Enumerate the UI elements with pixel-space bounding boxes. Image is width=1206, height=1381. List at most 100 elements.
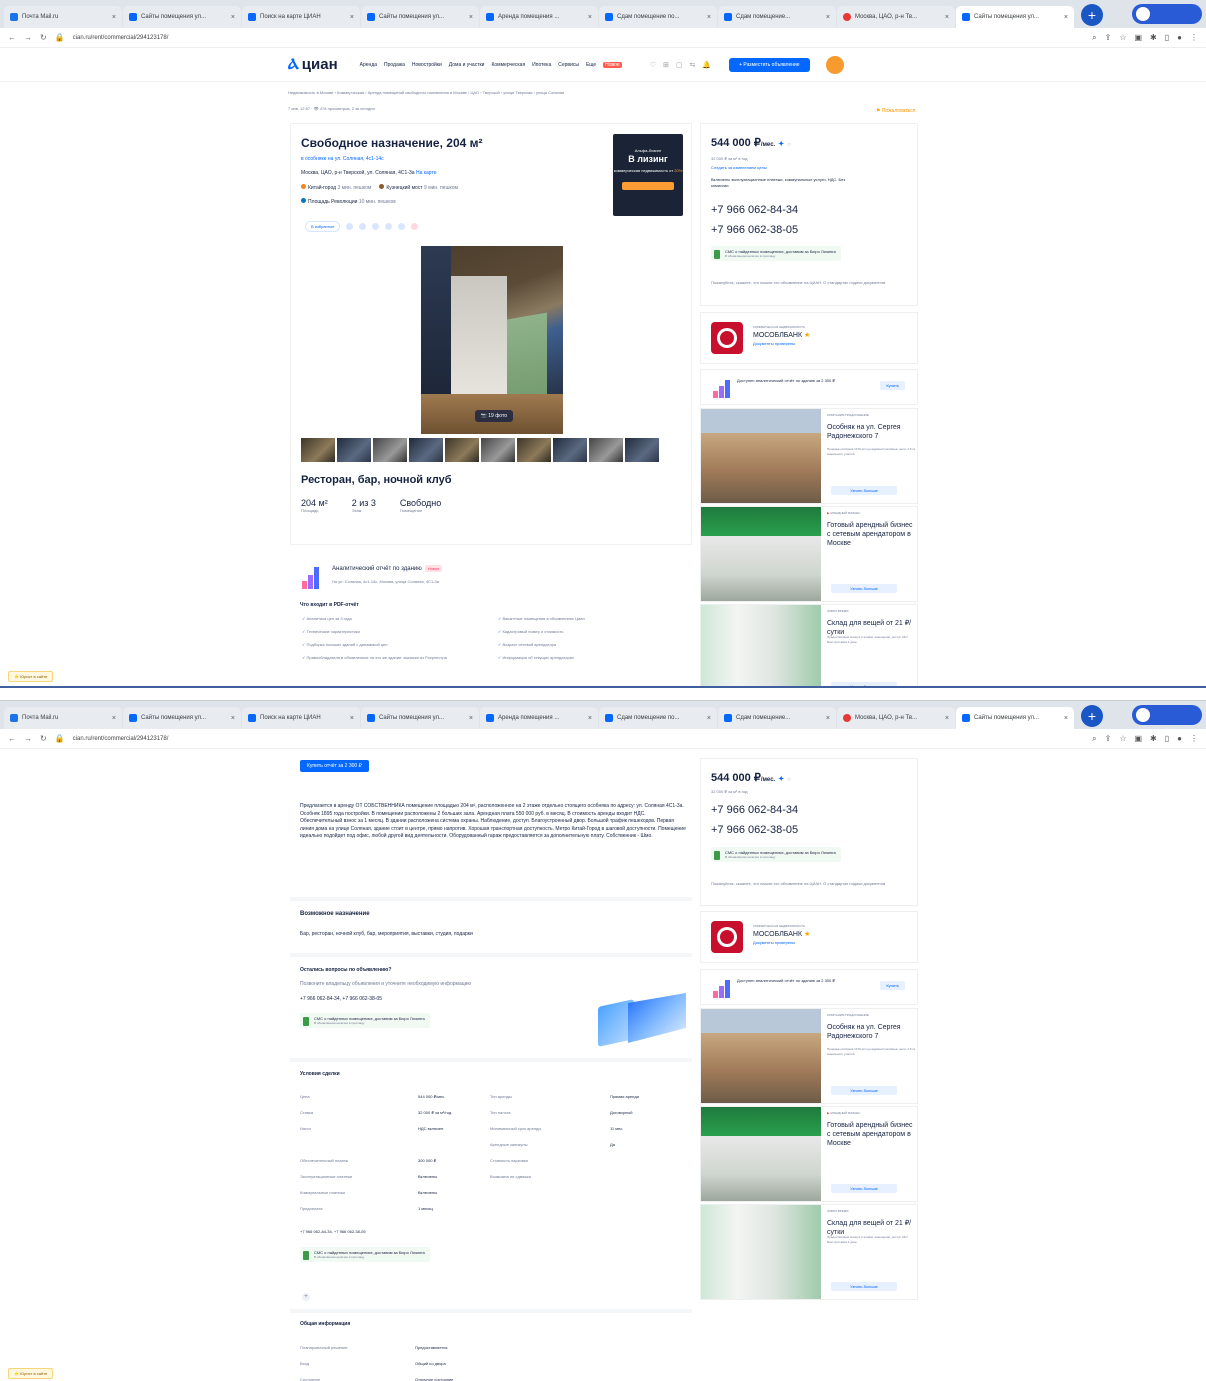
browser-tab[interactable]: Сдам помещение по... × <box>599 6 717 28</box>
close-icon[interactable]: × <box>231 715 235 722</box>
notifications-icon[interactable]: ⇆ <box>690 61 696 69</box>
reload-icon[interactable]: ↻ <box>40 734 47 743</box>
photo-thumb[interactable] <box>553 438 587 462</box>
promo-card[interactable]: АРЕНДНЫЙ БИЗНЕС Готовый арендный бизнес с… <box>700 506 918 602</box>
close-icon[interactable]: × <box>1064 14 1068 21</box>
close-icon[interactable]: × <box>1064 715 1068 722</box>
promo-button[interactable]: Узнать больше <box>831 584 897 593</box>
browser-tab[interactable]: Сайты помещения ул... × <box>956 6 1074 28</box>
nav-item[interactable]: Дома и участки <box>449 62 485 68</box>
back-icon[interactable]: ← <box>8 734 16 743</box>
share-icon[interactable]: ⇪ <box>1105 33 1112 43</box>
help-button[interactable]: ⭐ Юрист в сайте <box>8 671 54 682</box>
profile-icon[interactable]: ● <box>1177 33 1182 43</box>
bell-icon[interactable]: 🔔 <box>702 61 711 69</box>
promo-button[interactable]: Узнать больше <box>831 1086 897 1095</box>
photo-thumb[interactable] <box>409 438 443 462</box>
browser-tab[interactable]: Сдам помещение... × <box>718 707 836 729</box>
photo-thumb[interactable] <box>301 438 335 462</box>
sms-banner[interactable]: СМС о найденных помещениях, доставим за … <box>300 1013 430 1028</box>
browser-tab[interactable]: Сайты помещения ул... × <box>123 6 241 28</box>
phones-line[interactable]: +7 966 062-84-34, +7 966 062-38-05 <box>300 1229 366 1234</box>
close-icon[interactable]: × <box>707 715 711 722</box>
browser-tab[interactable]: Сайты помещения ул... × <box>956 707 1074 729</box>
profile-button[interactable] <box>1132 705 1202 725</box>
url-text[interactable]: cian.ru/rent/commercial/294123178/ <box>73 736 1084 742</box>
sms-banner[interactable]: СМС о найденных помещениях, доставим за … <box>711 847 841 862</box>
info-icon[interactable]: ○ <box>787 777 791 783</box>
nav-item[interactable]: Ипотека <box>532 62 551 68</box>
compare-icon[interactable]: ⊞ <box>663 61 669 69</box>
agency-card[interactable]: КОММЕРЧЕСКАЯ НЕДВИЖИМОСТЬ МОСОБЛБАНК ★ Д… <box>700 911 918 963</box>
close-icon[interactable]: × <box>350 715 354 722</box>
edit-icon[interactable] <box>359 223 367 230</box>
extension-icon[interactable]: ▣ <box>1134 734 1142 744</box>
menu-icon[interactable]: ⋮ <box>1190 33 1198 43</box>
promo-card[interactable]: АРЕНДНЫЙ БИЗНЕС Готовый арендный бизнес с… <box>700 1106 918 1202</box>
photo-thumb[interactable] <box>481 438 515 462</box>
reload-icon[interactable]: ↻ <box>40 33 47 42</box>
browser-tab[interactable]: Сдам помещение по... × <box>599 707 717 729</box>
new-tab-button[interactable]: + <box>1081 4 1103 26</box>
profile-button[interactable] <box>1132 4 1202 24</box>
main-photo[interactable]: 📷 19 фото <box>421 246 563 434</box>
map-link[interactable]: На карте <box>416 170 437 176</box>
user-avatar[interactable] <box>825 55 844 74</box>
cian-logo[interactable]: Ⲁциан <box>288 56 338 73</box>
photo-thumb[interactable] <box>625 438 659 462</box>
sidepanel-icon[interactable]: ▯ <box>1165 33 1169 43</box>
complain-link[interactable]: ⚑ Пожаловаться <box>876 108 915 114</box>
close-icon[interactable]: × <box>588 715 592 722</box>
add-icon[interactable]: + <box>302 1293 310 1301</box>
browser-tab[interactable]: Сдам помещение... × <box>718 6 836 28</box>
favorite-button[interactable]: В избранное <box>305 221 341 232</box>
chat-icon[interactable]: ▢ <box>676 61 683 69</box>
photo-thumb[interactable] <box>445 438 479 462</box>
nav-item[interactable]: Коммерческая <box>491 62 525 68</box>
help-button[interactable]: ⭐ Юрист в сайте <box>8 1368 54 1379</box>
share-icon[interactable] <box>385 223 393 230</box>
favorites-icon[interactable]: ♡ <box>650 61 656 69</box>
star-icon[interactable]: ☆ <box>1119 734 1126 744</box>
close-icon[interactable]: × <box>826 715 830 722</box>
phone-2[interactable]: +7 966 062-38-05 <box>711 824 798 836</box>
photo-thumb[interactable] <box>589 438 623 462</box>
search-icon[interactable]: ⌕ <box>1092 734 1096 744</box>
menu-icon[interactable]: ⋮ <box>1190 734 1198 744</box>
photo-thumb[interactable] <box>373 438 407 462</box>
promo-button[interactable]: Узнать больше <box>831 486 897 495</box>
close-icon[interactable]: × <box>945 14 949 21</box>
star-icon[interactable]: ☆ <box>1119 33 1126 43</box>
search-icon[interactable]: ⌕ <box>1092 33 1096 43</box>
compare-icon[interactable] <box>346 223 354 230</box>
browser-tab[interactable]: Аренда помещения ... × <box>480 6 598 28</box>
puzzle-icon[interactable]: ✱ <box>1150 734 1157 744</box>
forward-icon[interactable]: → <box>24 734 32 743</box>
sms-banner[interactable]: СМС о найденных помещениях, доставим за … <box>711 246 841 261</box>
phone-1[interactable]: +7 966 062-84-34 <box>711 204 798 216</box>
metro-station[interactable]: Кузнецкий мост 9 мин. пешком <box>379 184 458 191</box>
photo-count-badge[interactable]: 📷 19 фото <box>474 410 513 422</box>
nav-item[interactable]: Продажа <box>384 62 405 68</box>
buy-report-button[interactable]: Купить <box>880 381 905 390</box>
promo-card[interactable]: КОМПАНИЯ-ПРЕДЛОЖЕНИЕ Особняк на ул. Серге… <box>700 1008 918 1104</box>
browser-tab[interactable]: Поиск на карте ЦИАН × <box>242 6 360 28</box>
browser-tab[interactable]: Поиск на карте ЦИАН × <box>242 707 360 729</box>
close-icon[interactable]: × <box>112 715 116 722</box>
agency-card[interactable]: КОММЕРЧЕСКАЯ НЕДВИЖИМОСТЬ МОСОБЛБАНК ★ Д… <box>700 312 918 364</box>
close-icon[interactable]: × <box>231 14 235 21</box>
promo-button[interactable]: Узнать больше <box>831 1184 897 1193</box>
browser-tab[interactable]: Сайты помещения ул... × <box>123 707 241 729</box>
close-icon[interactable]: × <box>707 14 711 21</box>
forward-icon[interactable]: → <box>24 33 32 42</box>
browser-tab[interactable]: Сайты помещения ул... × <box>361 707 479 729</box>
url-text[interactable]: cian.ru/rent/commercial/294123178/ <box>73 35 1084 41</box>
back-icon[interactable]: ← <box>8 33 16 42</box>
sidepanel-icon[interactable]: ▯ <box>1165 734 1169 744</box>
metro-station[interactable]: Площадь Революции 10 мин. пешком <box>301 198 396 205</box>
ad-button[interactable] <box>622 182 674 190</box>
nav-item[interactable]: Сервисы <box>558 62 579 68</box>
promo-button[interactable]: Узнать больше <box>831 1282 897 1291</box>
photo-thumb[interactable] <box>517 438 551 462</box>
browser-tab[interactable]: Почта Mail.ru × <box>4 707 122 729</box>
